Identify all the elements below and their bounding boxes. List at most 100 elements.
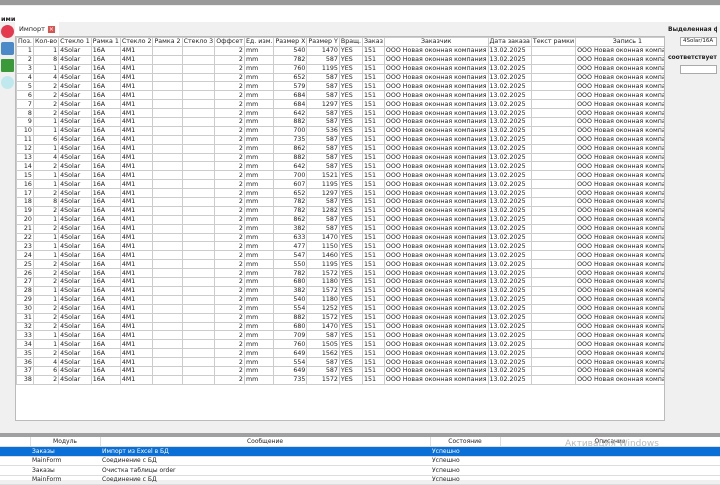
table-cell[interactable]: ООО Новая оконная компания xyxy=(575,321,664,332)
table-cell[interactable]: 16A xyxy=(90,214,121,225)
table-cell[interactable]: ООО Новая оконная компания xyxy=(575,179,664,190)
table-cell[interactable]: 2 xyxy=(214,277,245,287)
table-cell[interactable]: 4M1 xyxy=(119,125,154,136)
column-header[interactable]: Ед. изм. xyxy=(243,37,275,47)
table-cell[interactable]: 13.02.2025 xyxy=(487,357,532,367)
table-cell[interactable]: 587 xyxy=(306,81,340,92)
table-cell[interactable]: 1 xyxy=(32,179,60,190)
table-cell[interactable]: 16A xyxy=(90,365,121,376)
table-cell[interactable]: 13.02.2025 xyxy=(487,365,532,376)
table-cell[interactable]: 151 xyxy=(362,188,385,199)
table-cell[interactable]: 2 xyxy=(32,374,60,385)
table-cell[interactable]: 2 xyxy=(214,90,245,101)
table-cell[interactable]: YES xyxy=(338,285,364,296)
table-row[interactable]: 9 1 4Solar 16A 4M1 2 mm 882 587 YES 151 ООО Новая о… xyxy=(16,117,664,127)
table-cell[interactable]: 587 xyxy=(306,117,340,127)
table-cell[interactable] xyxy=(181,232,216,243)
table-cell[interactable] xyxy=(530,117,577,127)
table-cell[interactable]: ООО Новая оконная компания xyxy=(575,241,664,252)
table-cell[interactable]: 4Solar xyxy=(58,223,92,234)
table-cell[interactable] xyxy=(152,108,183,119)
table-cell[interactable]: ООО Новая оконная компания xyxy=(575,303,664,314)
table-cell[interactable]: 16A xyxy=(90,294,121,305)
table-cell[interactable]: YES xyxy=(338,321,364,332)
table-cell[interactable]: ООО Новая оконная компания xyxy=(575,259,664,270)
table-cell[interactable] xyxy=(181,277,216,287)
table-cell[interactable]: ООО Новая оконная компания xyxy=(575,117,664,127)
table-row[interactable]: 4 4 4Solar 16A 4M1 2 mm 652 587 YES 151 ООО Новая о… xyxy=(16,72,664,83)
table-cell[interactable]: ООО Новая оконная компания xyxy=(383,170,489,181)
table-cell[interactable]: 2 xyxy=(214,99,245,110)
table-cell[interactable] xyxy=(530,312,577,323)
table-cell[interactable] xyxy=(181,134,216,145)
table-cell[interactable]: 13.02.2025 xyxy=(487,125,532,136)
table-cell[interactable] xyxy=(181,259,216,270)
table-cell[interactable]: YES xyxy=(338,45,364,56)
table-cell[interactable]: mm xyxy=(243,188,275,199)
table-cell[interactable]: 4Solar xyxy=(58,143,92,154)
table-cell[interactable]: 579 xyxy=(273,81,308,92)
table-cell[interactable]: 4M1 xyxy=(119,179,154,190)
table-cell[interactable]: 2 xyxy=(214,54,245,65)
table-cell[interactable] xyxy=(181,241,216,252)
table-cell[interactable]: YES xyxy=(338,294,364,305)
table-row[interactable]: 15 1 4Solar 16A 4M1 2 mm 700 1521 YES 151 ООО Новая… xyxy=(16,170,664,181)
table-cell[interactable] xyxy=(152,63,183,74)
table-cell[interactable]: 587 xyxy=(306,54,340,65)
table-cell[interactable]: 16A xyxy=(90,143,121,154)
table-cell[interactable]: YES xyxy=(338,348,364,359)
table-cell[interactable]: 13.02.2025 xyxy=(487,134,532,145)
table-cell[interactable]: 2 xyxy=(214,357,245,367)
table-cell[interactable]: mm xyxy=(243,312,275,323)
table-cell[interactable]: ООО Новая оконная компания xyxy=(575,250,664,261)
table-cell[interactable] xyxy=(530,188,577,199)
table-cell[interactable]: 554 xyxy=(273,303,308,314)
table-cell[interactable] xyxy=(530,54,577,65)
table-cell[interactable]: ООО Новая оконная компания xyxy=(383,365,489,376)
table-cell[interactable]: 649 xyxy=(273,365,308,376)
table-cell[interactable] xyxy=(181,99,216,110)
table-cell[interactable]: 151 xyxy=(362,250,385,261)
table-cell[interactable]: 16A xyxy=(90,72,121,83)
table-cell[interactable] xyxy=(152,294,183,305)
table-cell[interactable]: 23 xyxy=(16,241,34,252)
table-cell[interactable] xyxy=(152,241,183,252)
table-cell[interactable]: ООО Новая оконная компания xyxy=(383,321,489,332)
table-cell[interactable]: 16A xyxy=(90,81,121,92)
table-cell[interactable]: 11 xyxy=(16,134,34,145)
table-cell[interactable]: 13.02.2025 xyxy=(487,277,532,287)
table-cell[interactable]: mm xyxy=(243,161,275,172)
table-cell[interactable]: 1562 xyxy=(306,348,340,359)
table-cell[interactable]: ООО Новая оконная компания xyxy=(383,250,489,261)
table-cell[interactable]: 1470 xyxy=(306,45,340,56)
table-cell[interactable]: 2 xyxy=(32,81,60,92)
table-cell[interactable]: 4Solar xyxy=(58,170,92,181)
table-cell[interactable]: mm xyxy=(243,108,275,119)
table-cell[interactable]: 2 xyxy=(214,294,245,305)
table-cell[interactable]: 882 xyxy=(273,312,308,323)
table-cell[interactable]: ООО Новая оконная компания xyxy=(383,303,489,314)
table-cell[interactable]: ООО Новая оконная компания xyxy=(383,232,489,243)
table-cell[interactable]: 16A xyxy=(90,179,121,190)
table-cell[interactable]: 38 xyxy=(16,374,34,385)
table-cell[interactable]: 16A xyxy=(90,303,121,314)
table-cell[interactable]: 16A xyxy=(90,99,121,110)
table-cell[interactable] xyxy=(530,125,577,136)
table-cell[interactable]: 4M1 xyxy=(119,241,154,252)
table-cell[interactable]: YES xyxy=(338,374,364,385)
table-row[interactable]: 28 1 4Solar 16A 4M1 2 mm 382 1572 YES 151 ООО Новая… xyxy=(16,285,664,296)
table-cell[interactable]: 782 xyxy=(273,197,308,207)
table-cell[interactable]: 15 xyxy=(16,170,34,181)
table-cell[interactable]: 151 xyxy=(362,99,385,110)
table-cell[interactable] xyxy=(530,108,577,119)
table-cell[interactable]: mm xyxy=(243,241,275,252)
table-cell[interactable]: 4Solar xyxy=(58,268,92,279)
table-cell[interactable] xyxy=(181,63,216,74)
table-cell[interactable]: 2 xyxy=(214,232,245,243)
table-cell[interactable]: 2 xyxy=(214,81,245,92)
table-cell[interactable]: 31 xyxy=(16,312,34,323)
table-cell[interactable]: YES xyxy=(338,277,364,287)
table-cell[interactable]: 2 xyxy=(32,268,60,279)
table-cell[interactable]: 1252 xyxy=(306,303,340,314)
table-row[interactable]: 27 2 4Solar 16A 4M1 2 mm 680 1180 YES 151 ООО Новая… xyxy=(16,277,664,287)
